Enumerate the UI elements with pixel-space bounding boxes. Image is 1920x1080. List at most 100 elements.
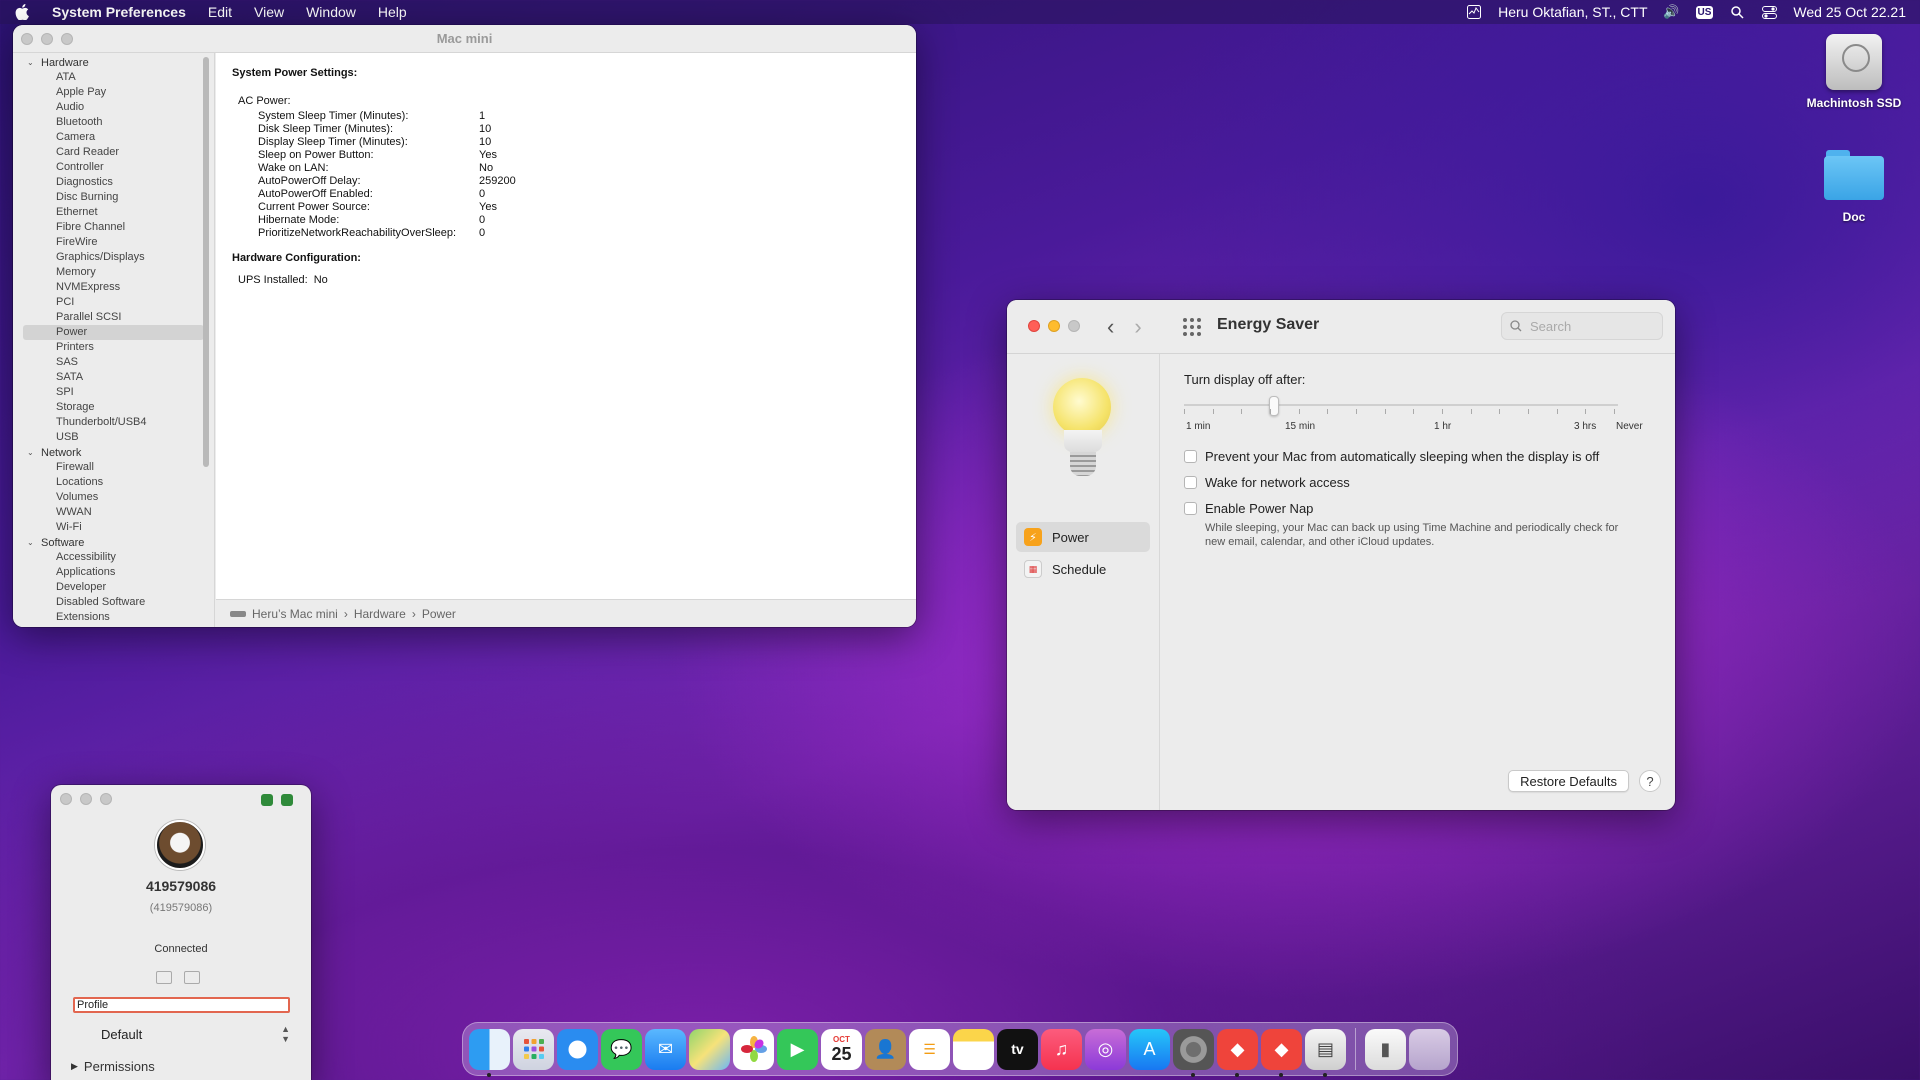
close-button[interactable] [1028, 320, 1040, 332]
music-icon[interactable]: ♫ [1041, 1028, 1082, 1070]
zoom-button[interactable] [61, 33, 73, 45]
sidebar-group[interactable]: ⌄ Network [13, 445, 214, 460]
permissions-disclosure[interactable]: ▶ Permissions [71, 1059, 155, 1074]
checkbox-box[interactable] [1184, 501, 1197, 515]
messages-icon[interactable]: 💬 [601, 1028, 642, 1070]
menu-window[interactable]: Window [306, 4, 356, 20]
sidebar-item[interactable]: Developer [13, 580, 214, 595]
notes-icon[interactable] [953, 1028, 994, 1070]
sidebar-item[interactable]: Card Reader [13, 145, 214, 160]
chat-icon[interactable] [184, 971, 200, 984]
prevent-sleep-checkbox[interactable]: Prevent your Mac from automatically slee… [1184, 443, 1651, 469]
sidebar-item[interactable]: Parallel SCSI [13, 310, 214, 325]
sidebar-group[interactable]: ⌄ Hardware [13, 55, 214, 70]
sidebar-item[interactable]: Accessibility [13, 550, 214, 565]
minimize-button[interactable] [80, 793, 92, 805]
pane-power[interactable]: ⚡ Power [1016, 522, 1150, 552]
sidebar-item[interactable]: FireWire [13, 235, 214, 250]
menu-help[interactable]: Help [378, 4, 407, 20]
close-button[interactable] [60, 793, 72, 805]
sidebar-item[interactable]: USB [13, 430, 214, 445]
sidebar-item[interactable]: Apple Pay [13, 85, 214, 100]
control-center-icon[interactable] [1761, 5, 1777, 19]
sidebar-item[interactable]: Thunderbolt/USB4 [13, 415, 214, 430]
activity-monitor-icon[interactable] [1466, 5, 1482, 19]
sidebar-item[interactable]: Audio [13, 100, 214, 115]
volume-icon[interactable]: 🔊 [1663, 4, 1679, 19]
menubar-clock[interactable]: Wed 25 Oct 22.21 [1793, 4, 1906, 20]
menu-edit[interactable]: Edit [208, 4, 232, 20]
sidebar-group[interactable]: ⌄ Software [13, 535, 214, 550]
sidebar-item[interactable]: Disabled Software [13, 595, 214, 610]
document-icon[interactable]: ▮ [1365, 1028, 1406, 1070]
safari-icon[interactable] [557, 1028, 598, 1070]
system-information-icon[interactable]: ▤ [1305, 1028, 1346, 1077]
minimize-button[interactable] [41, 33, 53, 45]
sidebar-item[interactable]: Disc Burning [13, 190, 214, 205]
sidebar-item[interactable]: Controller [13, 160, 214, 175]
sidebar-item[interactable]: Printers [13, 340, 214, 355]
sidebar-item[interactable]: Ethernet [13, 205, 214, 220]
path-item-power[interactable]: Power [422, 607, 456, 621]
chevron-down-icon[interactable]: ⌄ [27, 58, 37, 67]
spotlight-search-icon[interactable] [1729, 5, 1745, 19]
file-transfer-icon[interactable] [156, 971, 172, 984]
anydesk-session-icon[interactable]: ◆ [1261, 1028, 1302, 1077]
back-chevron-icon[interactable]: ‹ [1107, 314, 1114, 340]
chevron-down-icon[interactable]: ⌄ [27, 538, 37, 547]
sidebar-item[interactable]: WWAN [13, 505, 214, 520]
search-field[interactable]: Search [1501, 312, 1663, 340]
chevron-down-icon[interactable]: ⌄ [27, 448, 37, 457]
app-store-icon[interactable]: A [1129, 1028, 1170, 1070]
menubar-user[interactable]: Heru Oktafian, ST., CTT [1498, 4, 1647, 20]
help-button[interactable]: ? [1639, 770, 1661, 792]
sidebar-item[interactable]: Fibre Channel [13, 220, 214, 235]
sidebar-item[interactable]: ATA [13, 70, 214, 85]
calendar-icon[interactable]: OCT 25 [821, 1028, 862, 1070]
desktop-disk-machintosh-ssd[interactable]: Machintosh SSD [1794, 34, 1914, 110]
menu-view[interactable]: View [254, 4, 284, 20]
show-all-grid-icon[interactable] [1183, 318, 1201, 336]
pane-schedule[interactable]: ▦ Schedule [1016, 554, 1150, 584]
sidebar-item[interactable]: Applications [13, 565, 214, 580]
input-source-badge[interactable]: US [1695, 5, 1714, 19]
menu-app-name[interactable]: System Preferences [52, 4, 186, 20]
minimize-button[interactable] [1048, 320, 1060, 332]
finder-icon[interactable] [469, 1028, 510, 1077]
path-item-mac[interactable]: Heru’s Mac mini [252, 607, 338, 621]
sidebar-item[interactable]: Volumes [13, 490, 214, 505]
trash-icon[interactable] [1409, 1028, 1450, 1070]
power-nap-checkbox[interactable]: Enable Power Nap [1184, 495, 1651, 521]
sidebar-item[interactable]: NVMExpress [13, 280, 214, 295]
mail-icon[interactable]: ✉ [645, 1028, 686, 1070]
system-preferences-icon[interactable] [1173, 1028, 1214, 1077]
sidebar-item[interactable]: Wi-Fi [13, 520, 214, 535]
sidebar-item[interactable]: PCI [13, 295, 214, 310]
podcasts-icon[interactable]: ◎ [1085, 1028, 1126, 1070]
sidebar-item[interactable]: Graphics/Displays [13, 250, 214, 265]
launchpad-icon[interactable] [513, 1028, 554, 1070]
maps-icon[interactable] [689, 1028, 730, 1070]
checkbox-box[interactable] [1184, 475, 1197, 489]
apple-menu-icon[interactable] [14, 4, 30, 20]
sidebar-item[interactable]: SPI [13, 385, 214, 400]
apple-tv-icon[interactable]: tv [997, 1028, 1038, 1070]
sidebar-item[interactable]: Storage [13, 400, 214, 415]
restore-defaults-button[interactable]: Restore Defaults [1508, 770, 1629, 792]
sidebar-item[interactable]: Extensions [13, 610, 214, 625]
contacts-icon[interactable]: 👤 [865, 1028, 906, 1070]
checkbox-box[interactable] [1184, 449, 1197, 463]
sidebar-item[interactable]: Firewall [13, 460, 214, 475]
sidebar-item[interactable]: Bluetooth [13, 115, 214, 130]
sidebar-scrollbar[interactable] [203, 57, 209, 467]
profile-select[interactable]: Default ▲ ▼ [73, 1023, 290, 1045]
wake-network-checkbox[interactable]: Wake for network access [1184, 469, 1651, 495]
forward-chevron-icon[interactable]: › [1134, 314, 1141, 340]
sidebar-item[interactable]: Diagnostics [13, 175, 214, 190]
zoom-button[interactable] [100, 793, 112, 805]
sidebar-item[interactable]: Power [23, 325, 204, 340]
photos-icon[interactable] [733, 1028, 774, 1070]
facetime-icon[interactable]: ▶ [777, 1028, 818, 1070]
desktop-folder-doc[interactable]: Doc [1794, 150, 1914, 224]
sidebar-item[interactable]: SATA [13, 370, 214, 385]
